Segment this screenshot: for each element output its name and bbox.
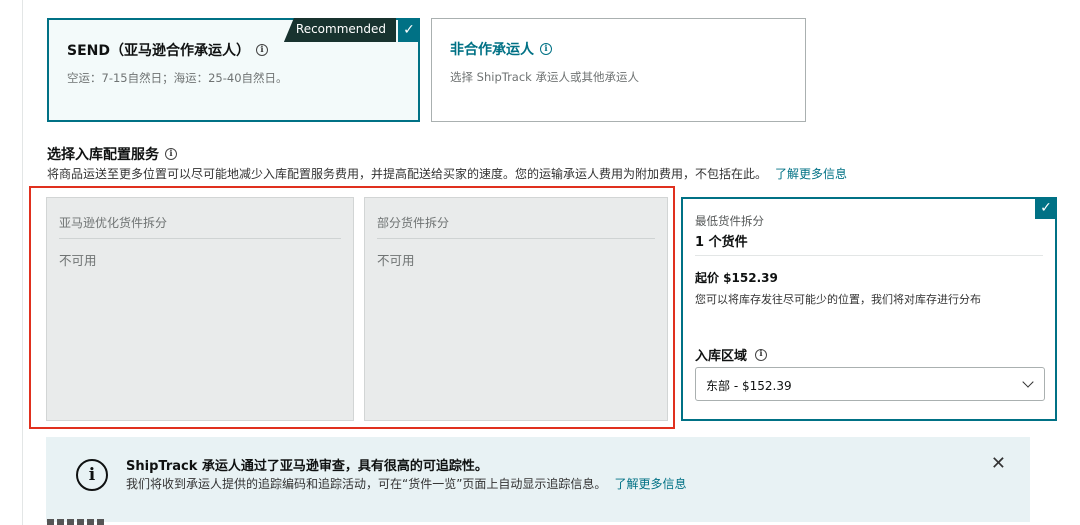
highlight-frame	[29, 186, 675, 429]
chevron-down-icon	[1022, 376, 1034, 388]
divider	[695, 255, 1043, 256]
section-title-row: 选择入库配置服务 i	[47, 144, 177, 164]
region-select[interactable]: 东部 - $152.39	[695, 367, 1045, 401]
check-icon: ✓	[398, 18, 420, 42]
recommended-badge: Recommended	[283, 18, 396, 42]
page-left-border	[22, 0, 23, 525]
carrier-send-desc: 空运：7-15自然日；海运：25-40自然日。	[67, 71, 288, 85]
carrier-card-non-partner[interactable]: 非合作承运人 i 选择 ShipTrack 承运人或其他承运人	[431, 18, 806, 122]
carrier-card-send[interactable]: SEND（亚马逊合作承运人） i 空运：7-15自然日；海运：25-40自然日。…	[47, 18, 420, 122]
section-title: 选择入库配置服务	[47, 147, 159, 163]
info-icon: i	[76, 459, 108, 491]
info-banner: i ShipTrack 承运人通过了亚马逊审查，具有很高的可追踪性。 我们将收到…	[46, 437, 1030, 522]
info-icon[interactable]: i	[755, 348, 768, 361]
option-card-minimal-split[interactable]: ✓ 最低货件拆分 1 个货件 起价 $152.39 您可以将库存发往尽可能少的位…	[681, 197, 1057, 421]
carrier-non-partner-title-row: 非合作承运人 i	[450, 39, 552, 59]
check-icon: ✓	[1035, 197, 1057, 219]
option-note: 您可以将库存发往尽可能少的位置，我们将对库存进行分布	[695, 293, 981, 306]
info-icon[interactable]: i	[540, 43, 552, 55]
region-label-row: 入库区域 i	[695, 345, 768, 364]
learn-more-link[interactable]: 了解更多信息	[775, 167, 847, 181]
close-icon[interactable]: ✕	[991, 453, 1006, 474]
info-icon[interactable]: i	[255, 44, 268, 56]
starting-price: 起价 $152.39	[695, 271, 778, 285]
section-desc-text: 将商品运送至更多位置可以尽可能地减少入库配置服务费用，并提高配送给买家的速度。您…	[47, 167, 768, 181]
carrier-send-title: SEND（亚马逊合作承运人）	[67, 43, 250, 59]
option-title: 最低货件拆分	[695, 214, 764, 228]
learn-more-link[interactable]: 了解更多信息	[614, 477, 686, 491]
info-icon[interactable]: i	[165, 148, 177, 160]
section-description: 将商品运送至更多位置可以尽可能地减少入库配置服务费用，并提高配送给买家的速度。您…	[47, 165, 847, 182]
carrier-non-partner-title: 非合作承运人	[450, 42, 534, 58]
banner-text-row: 我们将收到承运人提供的追踪编码和追踪活动，可在“货件一览”页面上自动显示追踪信息…	[126, 475, 686, 492]
banner-text: 我们将收到承运人提供的追踪编码和追踪活动，可在“货件一览”页面上自动显示追踪信息…	[126, 477, 607, 491]
banner-title: ShipTrack 承运人通过了亚马逊审查，具有很高的可追踪性。	[126, 459, 488, 474]
region-label: 入库区域	[695, 349, 748, 364]
clipped-heading	[47, 518, 107, 525]
region-select-value: 东部 - $152.39	[706, 379, 792, 393]
carrier-send-title-row: SEND（亚马逊合作承运人） i	[67, 40, 268, 60]
carrier-non-partner-desc: 选择 ShipTrack 承运人或其他承运人	[450, 70, 639, 84]
shipment-count: 1 个货件	[695, 235, 748, 250]
